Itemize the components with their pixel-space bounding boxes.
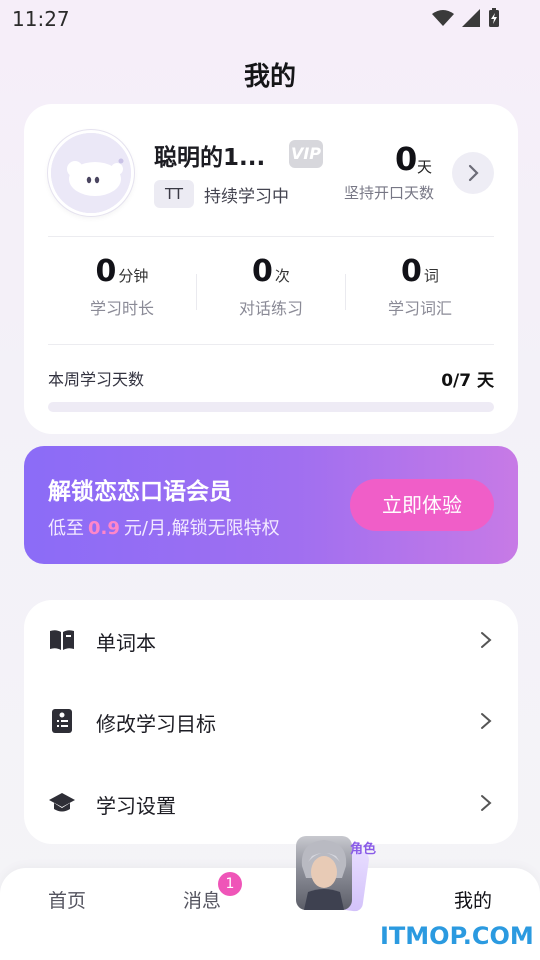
try-now-button[interactable]: 立即体验 — [350, 479, 494, 531]
menu-item-study-settings[interactable]: 学习设置 — [24, 763, 518, 843]
stat-label: 学习词汇 — [387, 299, 452, 318]
chevron-right-icon — [481, 795, 492, 811]
stat-unit: 次 — [274, 267, 290, 285]
streak-days-value: 0 — [395, 140, 418, 178]
tab-home[interactable]: 首页 — [48, 886, 86, 913]
tab-role-label[interactable]: 角色 — [350, 838, 376, 857]
menu-label: 单词本 — [96, 631, 156, 655]
divider — [48, 236, 494, 237]
tab-mine[interactable]: 我的 — [454, 886, 492, 913]
avatar[interactable] — [48, 130, 134, 216]
divider — [48, 344, 494, 345]
status-time: 11:27 — [12, 7, 70, 31]
profile-detail-button[interactable] — [452, 152, 494, 194]
profile-card: 聪明的1... VIP TT 持续学习中 0 天 坚持开口天数 0 分钟 学习时长… — [24, 104, 518, 434]
status-icons — [432, 8, 500, 28]
streak-days-label: 坚持开口天数 — [344, 184, 435, 202]
wifi-icon — [432, 10, 454, 26]
chevron-right-icon — [481, 713, 492, 729]
menu-card: 单词本 修改学习目标 学习设置 — [24, 600, 518, 844]
stat-value: 0 — [95, 254, 117, 289]
book-icon — [50, 630, 74, 650]
banner-sub-suffix: 元/月,解锁无限特权 — [123, 518, 280, 539]
chevron-right-icon — [468, 164, 479, 182]
watermark: ITMOP.COM — [380, 922, 534, 950]
battery-icon — [489, 8, 499, 27]
banner-title: 解锁恋恋口语会员 — [48, 479, 232, 505]
weekly-progress-bar — [48, 402, 494, 412]
stat-unit: 分钟 — [118, 267, 149, 285]
stat-value: 0 — [252, 254, 273, 289]
chevron-right-icon — [481, 632, 492, 648]
banner-price: 0.9 — [88, 518, 120, 539]
avatar-mascot-icon — [51, 133, 131, 213]
stat-study-time: 0 分钟 学习时长 — [48, 254, 196, 319]
menu-item-wordbook[interactable]: 单词本 — [24, 600, 518, 680]
level-badge: TT — [154, 180, 194, 208]
stat-label: 对话练习 — [238, 299, 303, 318]
stat-value: 0 — [401, 254, 422, 289]
messages-badge: 1 — [218, 872, 242, 896]
banner-subtitle: 低至 0.9 元/月,解锁无限特权 — [48, 514, 280, 540]
menu-item-edit-goal[interactable]: 修改学习目标 — [24, 681, 518, 761]
tab-role[interactable] — [296, 836, 352, 910]
character-avatar-icon — [301, 840, 347, 910]
clipboard-icon — [52, 709, 72, 733]
graduation-cap-icon — [49, 793, 75, 812]
banner-sub-prefix: 低至 — [48, 518, 84, 539]
weekly-study-label: 本周学习天数 — [48, 370, 145, 389]
vip-badge[interactable]: VIP — [289, 140, 323, 168]
learning-status: 持续学习中 — [204, 187, 289, 207]
username[interactable]: 聪明的1... — [154, 138, 265, 172]
page-title: 我的 — [243, 62, 296, 92]
weekly-study-value: 0/7 天 — [441, 371, 494, 391]
stat-unit: 词 — [423, 267, 439, 285]
stat-dialogue-practice: 0次 对话练习 — [197, 254, 345, 319]
stat-vocabulary: 0词 学习词汇 — [346, 254, 494, 319]
signal-icon — [462, 9, 480, 27]
menu-label: 修改学习目标 — [96, 712, 216, 736]
status-bar: 11:27 — [0, 0, 540, 36]
menu-label: 学习设置 — [96, 794, 176, 818]
vip-promo-banner[interactable]: 解锁恋恋口语会员 低至 0.9 元/月,解锁无限特权 立即体验 — [24, 446, 518, 564]
stat-label: 学习时长 — [89, 299, 154, 318]
tab-messages[interactable]: 消息 — [183, 886, 221, 913]
streak-days-unit: 天 — [417, 158, 433, 176]
